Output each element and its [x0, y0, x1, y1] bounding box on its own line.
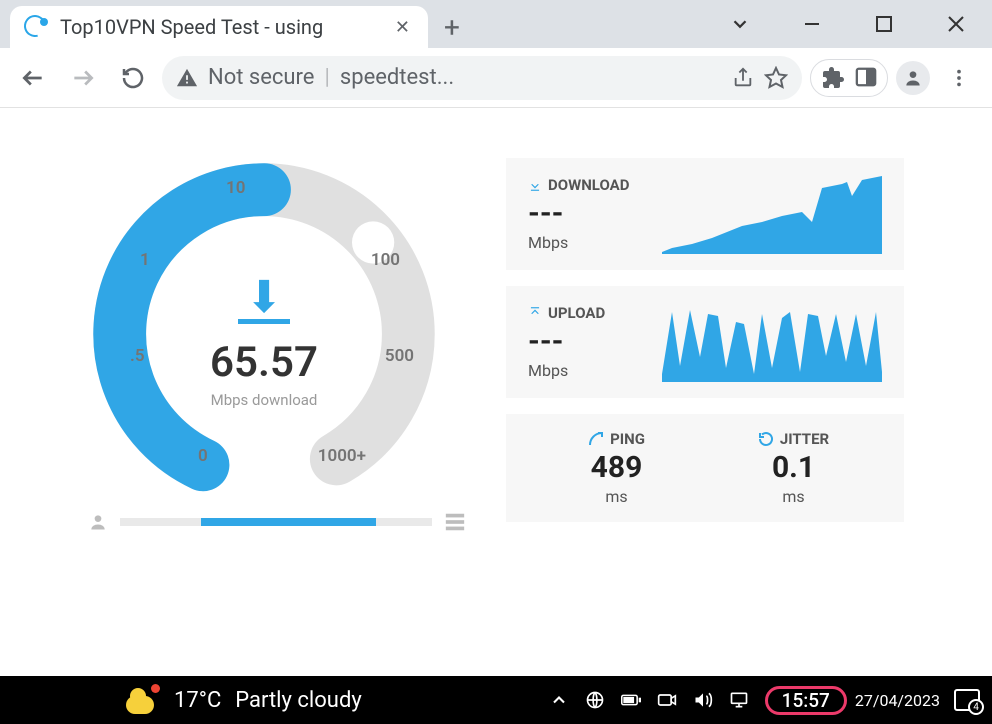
taskbar-date[interactable]: 27/04/2023: [847, 691, 940, 710]
share-icon[interactable]: [732, 67, 754, 89]
volume-icon[interactable]: [693, 690, 713, 710]
ping-metric: PING 489 ms: [557, 430, 677, 506]
jitter-metric: JITTER 0.1 ms: [734, 430, 854, 506]
forward-button[interactable]: [62, 57, 104, 99]
gauge-value: 65.57: [210, 338, 318, 387]
gauge-subtitle: Mbps download: [211, 391, 318, 409]
server-icon: [444, 512, 466, 532]
weather-icon[interactable]: [126, 686, 160, 714]
notifications-icon[interactable]: 4: [954, 689, 980, 711]
security-status: Not secure: [208, 65, 314, 90]
language-icon[interactable]: [585, 690, 605, 710]
back-button[interactable]: [12, 57, 54, 99]
chrome-menu-button[interactable]: [938, 57, 980, 99]
tabs-dropdown-icon[interactable]: [704, 0, 776, 48]
download-icon: [528, 178, 542, 192]
taskbar-weather[interactable]: Partly cloudy: [235, 688, 362, 713]
ping-icon: [588, 431, 604, 447]
browser-toolbar: Not secure | speedtest...: [0, 48, 992, 108]
tab-title: Top10VPN Speed Test - using: [60, 15, 391, 39]
download-sparkline: [662, 174, 882, 254]
close-window-button[interactable]: [920, 0, 992, 48]
speed-gauge: ⬇ 65.57 Mbps download 0 .5 1 10 100 500 …: [88, 158, 440, 510]
client-icon: [88, 512, 108, 532]
upload-sparkline: [662, 302, 882, 382]
sidepanel-icon[interactable]: [855, 66, 877, 88]
window-controls: [704, 0, 992, 48]
extensions-icon[interactable]: [821, 66, 845, 90]
system-tray: 15:57: [549, 686, 847, 715]
connection-bar: [88, 512, 466, 532]
url-display: speedtest...: [340, 65, 722, 90]
maximize-button[interactable]: [848, 0, 920, 48]
close-tab-icon[interactable]: ✕: [391, 17, 414, 38]
download-card: DOWNLOAD --- Mbps: [506, 158, 904, 270]
battery-icon[interactable]: [621, 690, 641, 710]
reload-button[interactable]: [112, 57, 154, 99]
jitter-icon: [758, 431, 774, 447]
bookmark-star-icon[interactable]: [764, 66, 788, 90]
ping-jitter-card: PING 489 ms JITTER 0.1 ms: [506, 414, 904, 522]
windows-taskbar: 17°C Partly cloudy 15:57 27/04/2023 4: [0, 676, 992, 724]
taskbar-temp[interactable]: 17°C: [174, 688, 221, 713]
not-secure-icon: [176, 67, 198, 89]
upload-icon: [528, 306, 542, 320]
tray-expand-icon[interactable]: [549, 690, 569, 710]
tab-favicon: [24, 15, 48, 39]
address-bar[interactable]: Not secure | speedtest...: [162, 56, 802, 100]
network-icon[interactable]: [729, 690, 749, 710]
minimize-button[interactable]: [776, 0, 848, 48]
upload-card: UPLOAD --- Mbps: [506, 286, 904, 398]
download-arrow-icon: ⬇: [246, 271, 283, 323]
new-tab-button[interactable]: +: [428, 6, 476, 48]
extensions-group: [810, 59, 888, 97]
page-content: ⬇ 65.57 Mbps download 0 .5 1 10 100 500 …: [0, 108, 992, 676]
profile-avatar[interactable]: [896, 61, 930, 95]
camera-icon[interactable]: [657, 690, 677, 710]
browser-tab[interactable]: Top10VPN Speed Test - using ✕: [10, 6, 428, 48]
browser-tab-bar: Top10VPN Speed Test - using ✕ +: [0, 0, 992, 48]
taskbar-clock[interactable]: 15:57: [765, 686, 847, 715]
